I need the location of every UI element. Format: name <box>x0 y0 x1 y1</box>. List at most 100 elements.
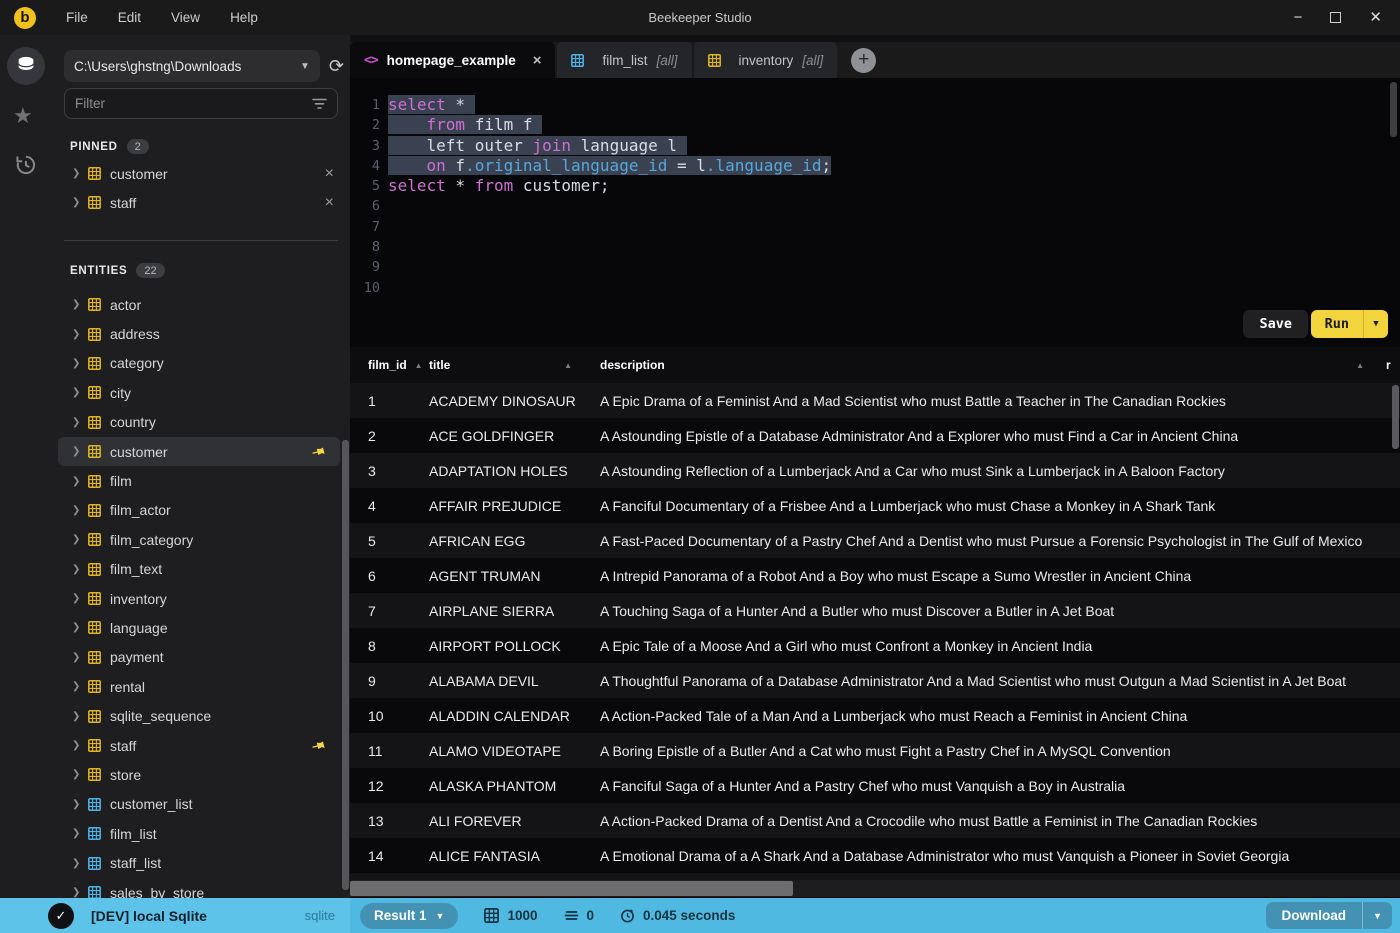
result-selector[interactable]: Result 1 ▼ <box>360 902 459 929</box>
table-row[interactable]: 3 ADAPTATION HOLES A Astounding Reflection… <box>350 453 1400 488</box>
chevron-right-icon[interactable]: ❯ <box>72 476 88 487</box>
saved-queries-icon[interactable]: ★ <box>13 103 33 129</box>
entity-item-store[interactable]: ❯ store <box>58 760 340 789</box>
run-button[interactable]: Run <box>1311 310 1363 338</box>
connection-tab-icon[interactable] <box>7 47 45 85</box>
table-row[interactable]: 12 ALASKA PHANTOM A Fanciful Saga of a Hun… <box>350 768 1400 803</box>
code-text[interactable]: select * from customer; <box>380 176 610 196</box>
entity-item-country[interactable]: ❯ country <box>58 408 340 437</box>
code-text[interactable]: from film f <box>380 115 543 135</box>
close-tab-icon[interactable]: × <box>533 53 542 68</box>
horizontal-scrollbar-track[interactable] <box>350 880 1400 897</box>
chevron-right-icon[interactable]: ❯ <box>72 387 88 398</box>
chevron-right-icon[interactable]: ❯ <box>72 534 88 545</box>
chevron-right-icon[interactable]: ❯ <box>72 828 88 839</box>
table-row[interactable]: 6 AGENT TRUMAN A Intrepid Panorama of a Ro… <box>350 558 1400 593</box>
menu-edit[interactable]: Edit <box>118 10 141 25</box>
column-header-description[interactable]: description ▲ <box>600 358 1386 372</box>
unpin-icon[interactable]: × <box>325 194 334 211</box>
entity-item-film_actor[interactable]: ❯ film_actor <box>58 496 340 525</box>
sidebar-scrollbar[interactable] <box>342 440 349 890</box>
chevron-right-icon[interactable]: ❯ <box>72 329 88 340</box>
filter-input[interactable] <box>75 96 312 111</box>
entity-item-film_category[interactable]: ❯ film_category <box>58 525 340 554</box>
download-options-button[interactable]: ▼ <box>1362 902 1392 929</box>
column-header-clipped[interactable]: r <box>1386 358 1400 372</box>
chevron-right-icon[interactable]: ❯ <box>72 417 88 428</box>
code-text[interactable]: select * <box>380 95 475 115</box>
entity-item-sales_by_store[interactable]: ❯ sales_by_store <box>58 878 340 898</box>
entity-item-customer[interactable]: ❯ customer <box>58 436 340 467</box>
pin-icon[interactable] <box>312 445 326 459</box>
table-row[interactable]: 8 AIRPORT POLLOCK A Epic Tale of a Moose A… <box>350 628 1400 663</box>
horizontal-scrollbar-thumb[interactable] <box>350 881 793 896</box>
entity-item-customer_list[interactable]: ❯ customer_list <box>58 790 340 819</box>
tab-film_list[interactable]: film_list [all] <box>557 42 692 78</box>
download-button[interactable]: Download <box>1266 902 1363 929</box>
table-row[interactable]: 5 AFRICAN EGG A Fast-Paced Documentary of … <box>350 523 1400 558</box>
tab-inventory[interactable]: inventory [all] <box>693 42 838 78</box>
chevron-right-icon[interactable]: ❯ <box>72 446 88 457</box>
entity-item-film_text[interactable]: ❯ film_text <box>58 555 340 584</box>
entity-item-category[interactable]: ❯ category <box>58 349 340 378</box>
sql-editor[interactable]: 1 select * 2 from film f 3 left outer joi… <box>350 78 1400 347</box>
code-text[interactable] <box>380 237 388 257</box>
entity-item-inventory[interactable]: ❯ inventory <box>58 584 340 613</box>
chevron-right-icon[interactable]: ❯ <box>72 799 88 810</box>
chevron-right-icon[interactable]: ❯ <box>72 564 88 575</box>
chevron-right-icon[interactable]: ❯ <box>72 505 88 516</box>
menu-help[interactable]: Help <box>230 10 258 25</box>
table-row[interactable]: 15ALIEN CENTERA Brilliant Drama of a Cat… <box>350 873 1400 880</box>
chevron-right-icon[interactable]: ❯ <box>72 299 88 310</box>
chevron-right-icon[interactable]: ❯ <box>72 358 88 369</box>
column-header-film-id[interactable]: film_id ▲ <box>350 358 429 372</box>
pinned-item-staff[interactable]: ❯ staff × <box>58 188 344 217</box>
menu-view[interactable]: View <box>171 10 200 25</box>
chevron-right-icon[interactable]: ❯ <box>72 887 88 898</box>
entity-item-payment[interactable]: ❯ payment <box>58 643 340 672</box>
entity-item-sqlite_sequence[interactable]: ❯ sqlite_sequence <box>58 701 340 730</box>
code-text[interactable] <box>380 196 388 216</box>
chevron-right-icon[interactable]: ❯ <box>72 652 88 663</box>
tab-homepage_example[interactable]: <> homepage_example × <box>350 42 556 78</box>
entity-item-film[interactable]: ❯ film <box>58 466 340 495</box>
history-icon[interactable] <box>13 153 36 181</box>
code-text[interactable]: on f.original_language_id = l.language_i… <box>380 155 832 176</box>
entity-item-staff[interactable]: ❯ staff <box>58 731 340 760</box>
entity-item-city[interactable]: ❯ city <box>58 378 340 407</box>
menu-file[interactable]: File <box>66 10 88 25</box>
code-text[interactable] <box>380 257 388 277</box>
editor-scrollbar[interactable] <box>1390 82 1397 137</box>
chevron-right-icon[interactable]: ❯ <box>72 740 88 751</box>
table-row[interactable]: 9 ALABAMA DEVIL A Thoughtful Panorama of a… <box>350 663 1400 698</box>
chevron-right-icon[interactable]: ❯ <box>72 622 88 633</box>
table-row[interactable]: 14 ALICE FANTASIA A Emotional Drama of a A… <box>350 838 1400 873</box>
unpin-icon[interactable]: × <box>325 165 334 182</box>
database-select[interactable]: C:\Users\ghstng\Downloads ▼ <box>64 50 320 82</box>
maximize-icon[interactable] <box>1330 12 1342 23</box>
vertical-scrollbar-thumb[interactable] <box>1392 385 1399 449</box>
new-tab-button[interactable]: + <box>851 47 877 73</box>
table-row[interactable]: 1 ACADEMY DINOSAUR A Epic Drama of a Femin… <box>350 383 1400 418</box>
pinned-item-customer[interactable]: ❯ customer × <box>58 159 344 188</box>
minimize-icon[interactable]: − <box>1294 10 1303 25</box>
chevron-right-icon[interactable]: ❯ <box>72 168 88 179</box>
code-text[interactable]: left outer join language l <box>380 135 687 156</box>
close-icon[interactable]: ✕ <box>1369 10 1382 25</box>
chevron-right-icon[interactable]: ❯ <box>72 858 88 869</box>
app-logo-icon[interactable]: b <box>14 6 36 29</box>
entity-item-staff_list[interactable]: ❯ staff_list <box>58 848 340 877</box>
chevron-right-icon[interactable]: ❯ <box>72 593 88 604</box>
run-options-button[interactable]: ▼ <box>1363 310 1388 338</box>
column-header-title[interactable]: title ▲ <box>429 358 600 372</box>
code-text[interactable] <box>380 217 388 237</box>
table-row[interactable]: 7 AIRPLANE SIERRA A Touching Saga of a Hun… <box>350 593 1400 628</box>
chevron-right-icon[interactable]: ❯ <box>72 769 88 780</box>
entity-item-language[interactable]: ❯ language <box>58 613 340 642</box>
table-row[interactable]: 13 ALI FOREVER A Action-Packed Drama of a … <box>350 803 1400 838</box>
chevron-right-icon[interactable]: ❯ <box>72 681 88 692</box>
connection-status[interactable]: ✓ [DEV] local Sqlite sqlite <box>0 898 350 933</box>
code-text[interactable] <box>380 278 388 298</box>
save-button[interactable]: Save <box>1243 310 1308 338</box>
entity-item-actor[interactable]: ❯ actor <box>58 290 340 319</box>
